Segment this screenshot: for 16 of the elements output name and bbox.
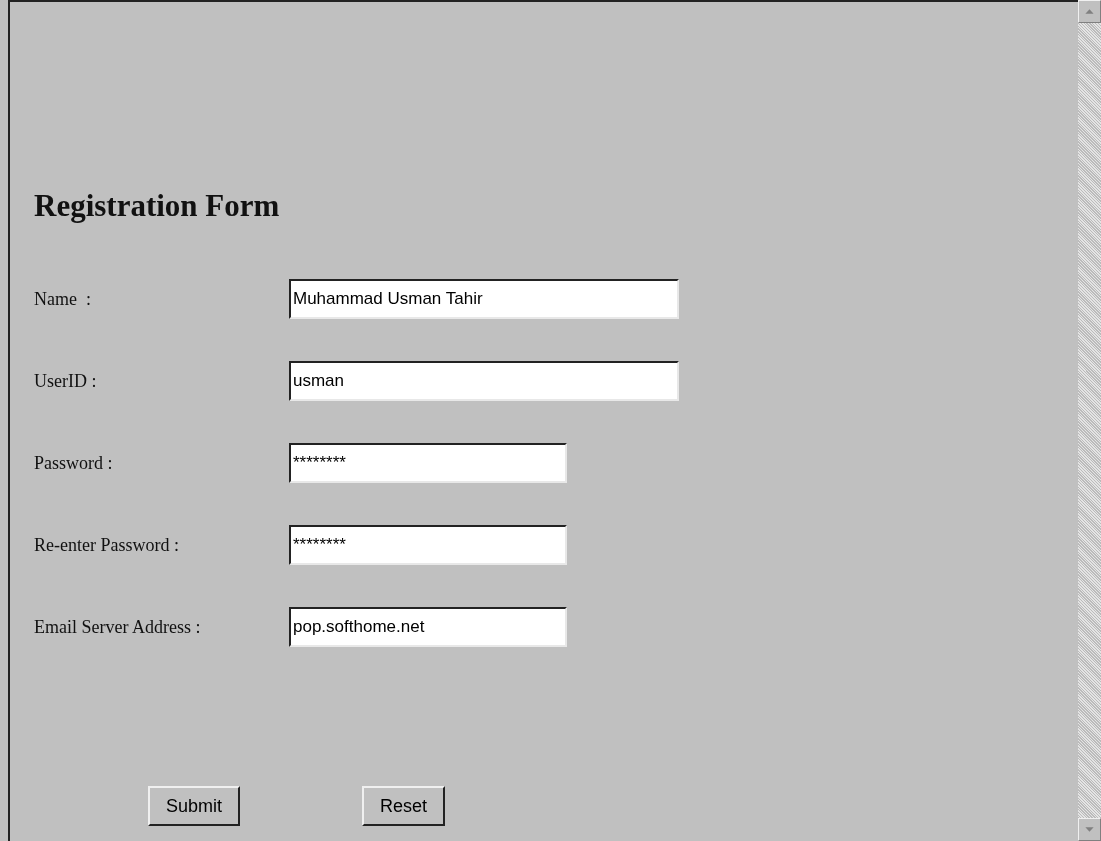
scroll-up-icon[interactable] [1078, 0, 1101, 23]
field-label: UserID : [34, 369, 98, 393]
input-field[interactable]: Muhammad Usman Tahir [289, 279, 679, 320]
field-label: Re-enter Password : [34, 533, 180, 557]
field-label: Password : [34, 451, 114, 475]
scrollbar[interactable] [1078, 0, 1101, 841]
input-field[interactable]: usman [289, 361, 679, 402]
form-title: Registration Form [34, 187, 281, 225]
submit-button[interactable]: Submit [148, 786, 241, 827]
reset-button[interactable]: Reset [362, 786, 446, 827]
scroll-down-icon[interactable] [1078, 818, 1101, 841]
input-field[interactable]: pop.softhome.net [289, 607, 567, 648]
field-label: Name : [34, 287, 92, 311]
input-field[interactable]: ******** [289, 525, 567, 566]
field-label: Email Server Address : [34, 615, 202, 639]
input-field[interactable]: ******** [289, 443, 567, 484]
